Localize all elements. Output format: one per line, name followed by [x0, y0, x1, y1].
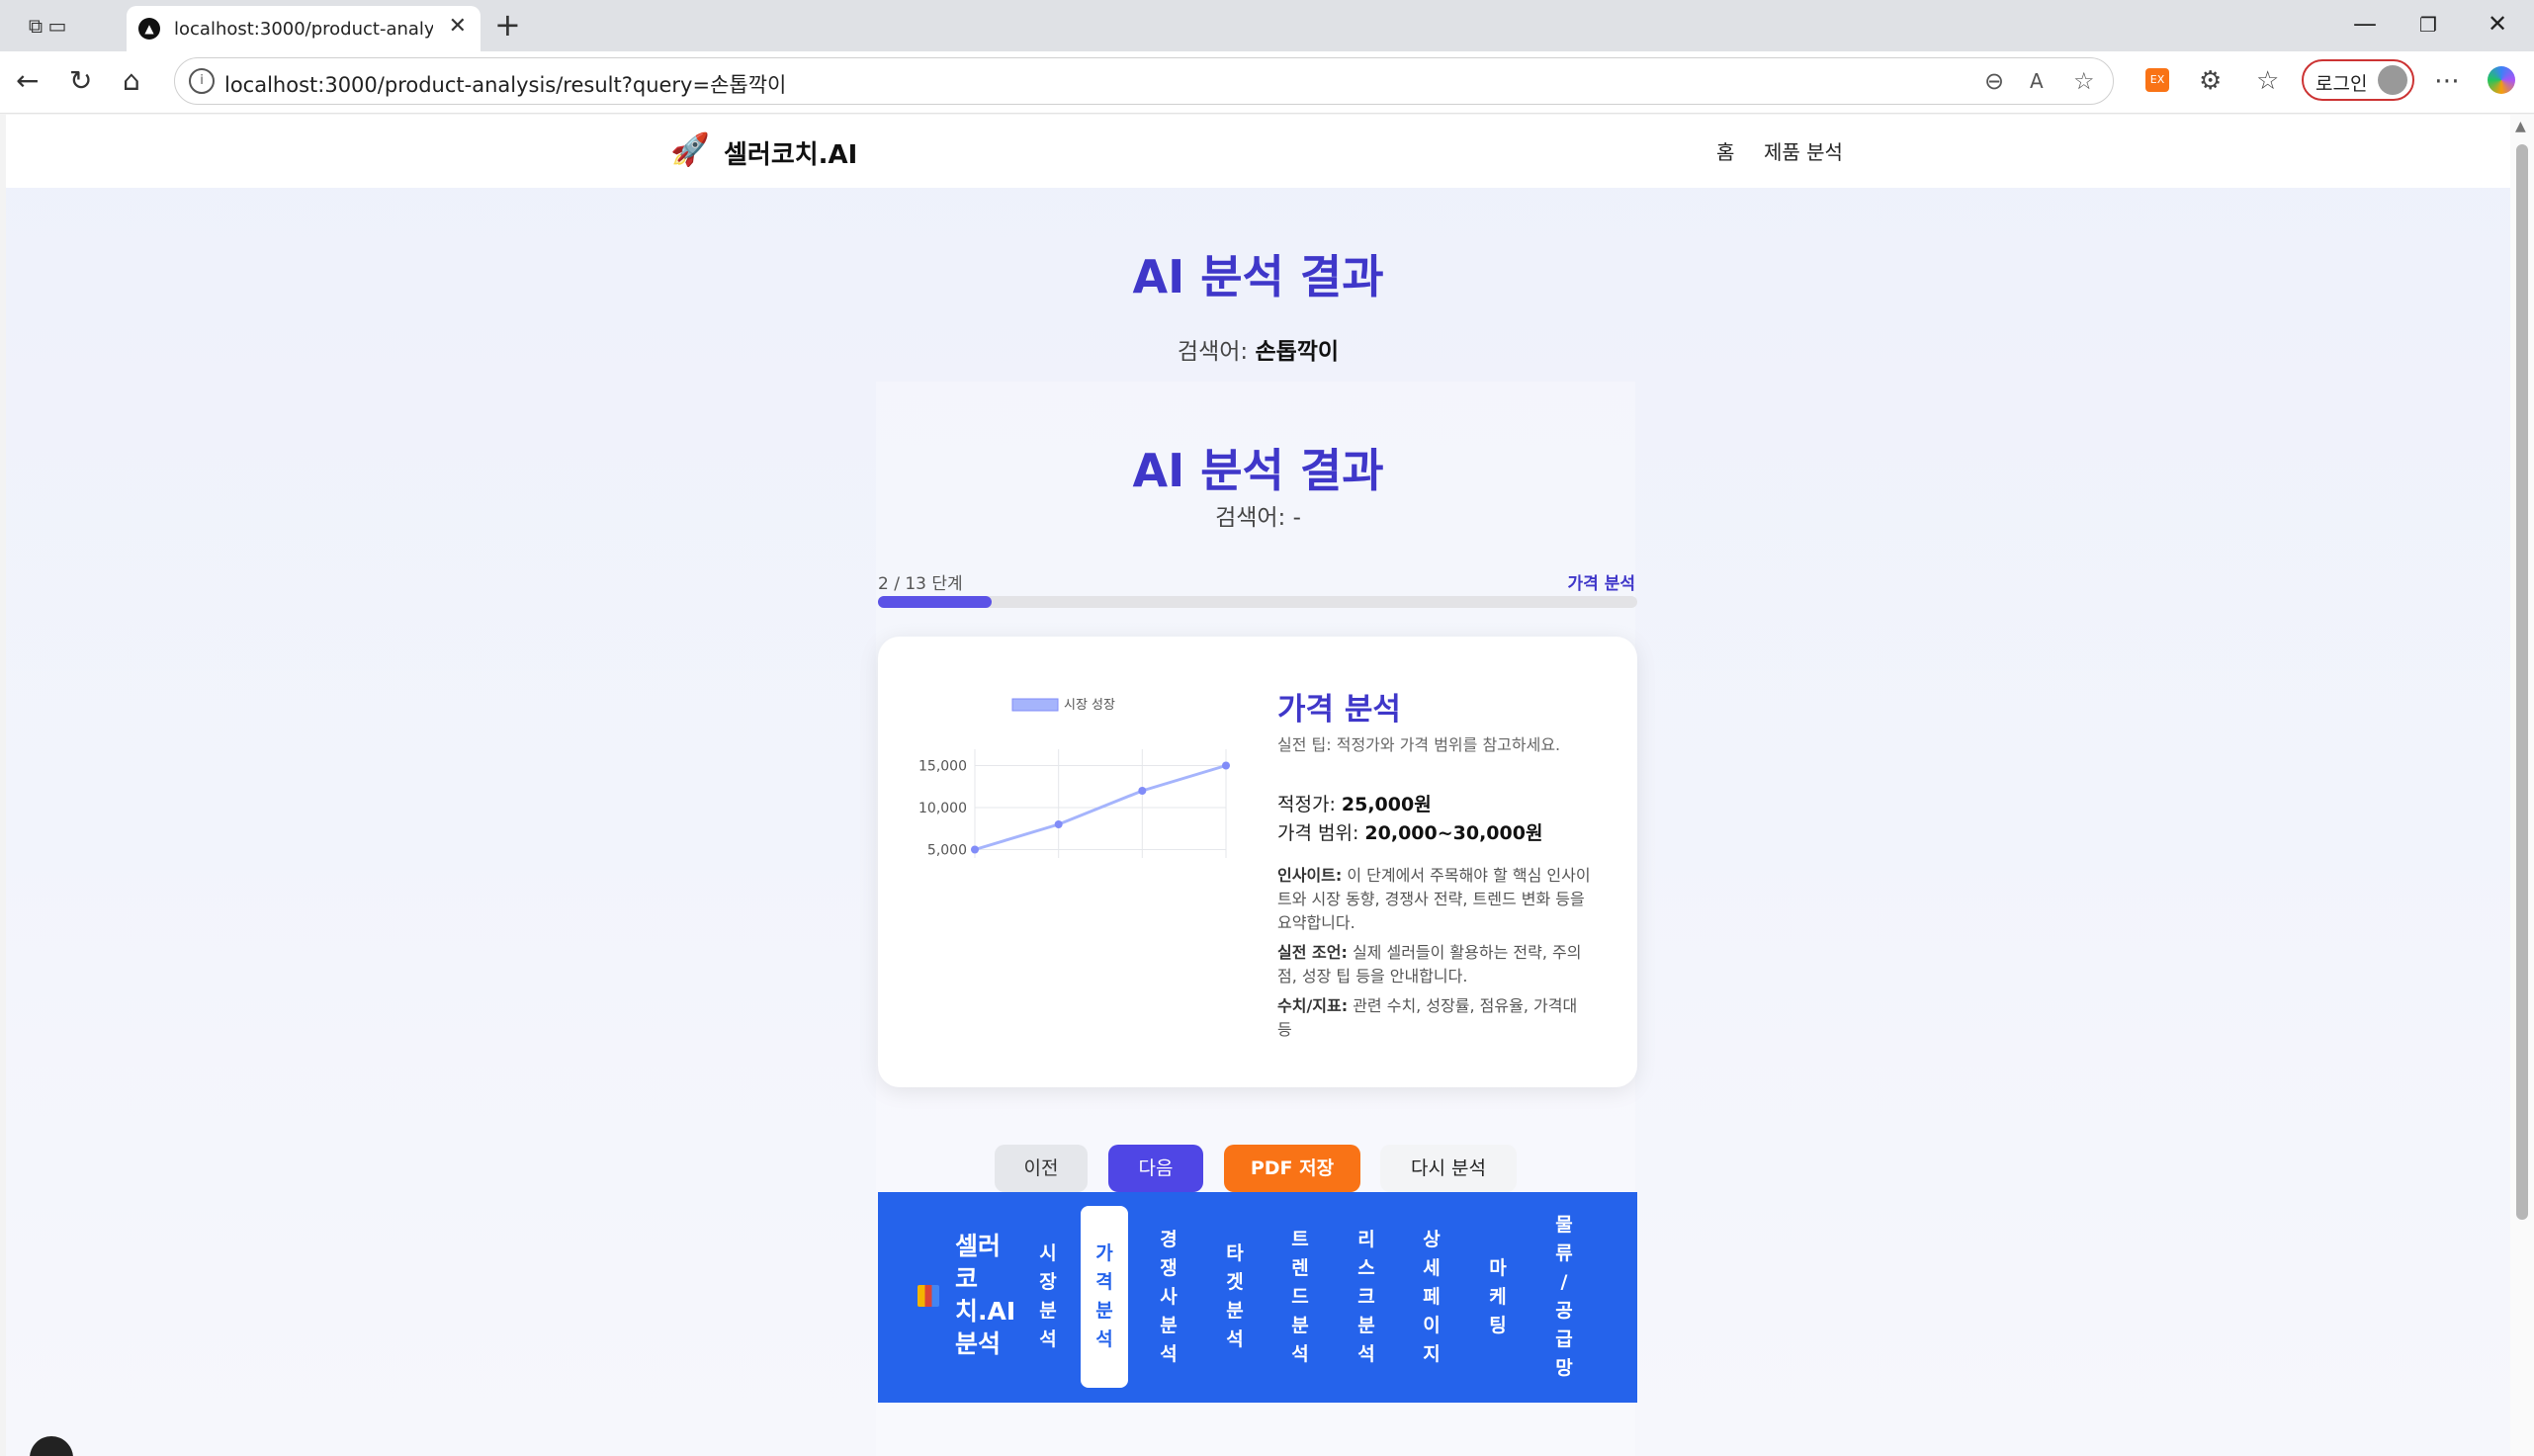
tab-actions-icon[interactable]: ▭ [44, 12, 71, 40]
advice-label: 실전 조언: [1277, 943, 1348, 962]
step-tab-3[interactable]: 경쟁사분석 [1145, 1226, 1192, 1369]
zoom-icon[interactable]: ⊖ [1984, 67, 2004, 95]
new-tab-icon[interactable]: + [494, 8, 521, 42]
bar-chart-icon [917, 1285, 939, 1307]
more-menu-icon[interactable]: ⋯ [2434, 66, 2460, 96]
metrics-label: 수치/지표: [1277, 996, 1349, 1015]
y-tick-label: 15,000 [918, 759, 967, 775]
legend-label: 시장 성장 [1064, 698, 1115, 713]
pdf-save-button[interactable]: PDF 저장 [1224, 1145, 1360, 1192]
site-info-icon[interactable]: i [189, 68, 215, 94]
restart-analysis-button[interactable]: 다시 분석 [1380, 1145, 1517, 1192]
profile-login-button[interactable]: 로그인 [2302, 59, 2414, 101]
home-icon[interactable]: ⌂ [123, 65, 140, 97]
url-text[interactable]: localhost:3000/product-analysis/result?q… [224, 69, 786, 99]
nav-home-link[interactable]: 홈 [1716, 136, 1734, 165]
card-tip: 실전 팁: 적정가와 가격 범위를 참고하세요. [1277, 735, 1561, 754]
card-title: 가격 분석 [1277, 692, 1401, 728]
extensions-icon[interactable]: ⚙ [2199, 66, 2222, 96]
page-query: 검색어: 손톱깍이 [6, 332, 2510, 366]
fair-price-label: 적정가: [1277, 794, 1342, 815]
close-window-icon[interactable]: ✕ [2488, 10, 2507, 38]
refresh-icon[interactable]: ↻ [69, 65, 92, 97]
login-label: 로그인 [2316, 73, 2368, 95]
page-scrollbar[interactable]: ▲ [2510, 115, 2534, 1456]
back-icon[interactable]: ← [16, 65, 39, 97]
favorite-star-icon[interactable]: ☆ [2073, 67, 2095, 95]
y-tick-label: 10,000 [918, 801, 967, 816]
read-aloud-icon[interactable]: A [2030, 69, 2044, 93]
site-logo[interactable]: 셀러코치.AI [724, 134, 857, 171]
step-navigation: 셀러코치.AI 분석 시장분석가격분석 경쟁사분석 타겟분석 트렌드분석 리스크분석 상세… [878, 1192, 1637, 1403]
progress-bar [878, 596, 1637, 608]
query-value: 손톱깍이 [1255, 339, 1340, 365]
query-label: 검색어: [1177, 339, 1256, 365]
floating-action-button[interactable] [30, 1436, 73, 1456]
fair-price-value: 25,000원 [1341, 794, 1432, 815]
panel-title: AI 분석 결과 [1132, 444, 1384, 497]
step-tab-5[interactable]: 트렌드분석 [1276, 1226, 1324, 1369]
step-card: 시장 성장5,00010,00015,0002020202120222023 가… [878, 637, 1637, 1087]
insight-text: 인사이트: 이 단계에서 주목해야 할 핵심 인사이트와 시장 동향, 경쟁사 … [1277, 864, 1594, 935]
favorites-icon[interactable]: ☆ [2256, 66, 2279, 96]
step-tab-6[interactable]: 리스크분석 [1343, 1226, 1390, 1369]
price-range: 가격 범위: 20,000~30,000원 [1277, 818, 1542, 845]
metrics-text: 수치/지표: 관련 수치, 성장률, 점유율, 가격대 등 [1277, 994, 1594, 1042]
market-growth-chart: 시장 성장5,00010,00015,0002020202120222023 [918, 698, 1230, 859]
browser-tab[interactable]: ▲ localhost:3000/product-analysis/r ✕ [127, 6, 481, 51]
address-bar-row: ← ↻ ⌂ i localhost:3000/product-analysis/… [0, 51, 2534, 114]
scroll-up-icon[interactable]: ▲ [2515, 119, 2526, 134]
page-title: AI 분석 결과 [1132, 250, 1384, 303]
scroll-thumb[interactable] [2516, 144, 2528, 1220]
step-tab-7[interactable]: 상세페이지 [1408, 1226, 1455, 1369]
price-range-value: 20,000~30,000원 [1364, 822, 1543, 844]
step-nav-brand: 셀러코치.AI 분석 [955, 1232, 1016, 1358]
copilot-icon[interactable] [2488, 66, 2515, 94]
data-point [1054, 820, 1063, 828]
prev-button[interactable]: 이전 [995, 1145, 1088, 1192]
price-range-label: 가격 범위: [1277, 822, 1365, 844]
page-viewport: 🚀 셀러코치.AI 홈 제품 분석 AI 분석 결과 검색어: 손톱깍이 AI … [6, 115, 2510, 1456]
step-tab-9[interactable]: 물 류 / 공 급 망 [1540, 1211, 1588, 1383]
url-field[interactable]: i localhost:3000/product-analysis/result… [174, 57, 2114, 105]
minimize-icon[interactable]: — [2353, 10, 2377, 38]
fair-price: 적정가: 25,000원 [1277, 790, 1432, 816]
next-button[interactable]: 다음 [1108, 1145, 1203, 1192]
avatar [2378, 65, 2407, 95]
y-tick-label: 5,000 [927, 843, 967, 859]
legend-swatch [1011, 698, 1059, 712]
vercel-favicon-icon: ▲ [138, 18, 160, 40]
data-point [1138, 787, 1147, 795]
advice-text: 실전 조언: 실제 셀러들이 활용하는 전략, 주의점, 성장 팁 등을 안내합… [1277, 941, 1594, 988]
nav-product-analysis-link[interactable]: 제품 분석 [1764, 136, 1843, 165]
tab-title: localhost:3000/product-analysis/r [174, 19, 433, 40]
panel-query: 검색어: - [1215, 505, 1301, 531]
data-point [1222, 761, 1230, 770]
close-tab-icon[interactable]: ✕ [449, 14, 467, 39]
step-counter: 2 / 13 단계 [878, 574, 963, 594]
site-header: 🚀 셀러코치.AI 홈 제품 분석 [6, 115, 2510, 188]
step-tab-2[interactable]: 가격분석 [1081, 1206, 1128, 1388]
step-tab-1[interactable]: 시장분석 [1024, 1240, 1072, 1354]
restore-icon[interactable]: ❐ [2419, 13, 2437, 37]
rocket-icon: 🚀 [670, 130, 710, 168]
step-tab-8[interactable]: 마케팅 [1474, 1254, 1522, 1340]
browser-tab-bar: ⧉ ▭ ▲ localhost:3000/product-analysis/r … [0, 0, 2534, 51]
progress-fill [878, 596, 993, 608]
extension-ex-icon[interactable]: EX [2145, 68, 2169, 92]
step-tab-4[interactable]: 타겟분석 [1211, 1240, 1259, 1354]
current-step-name: 가격 분석 [1567, 574, 1635, 594]
data-point [971, 845, 979, 854]
insight-label: 인사이트: [1277, 866, 1343, 885]
